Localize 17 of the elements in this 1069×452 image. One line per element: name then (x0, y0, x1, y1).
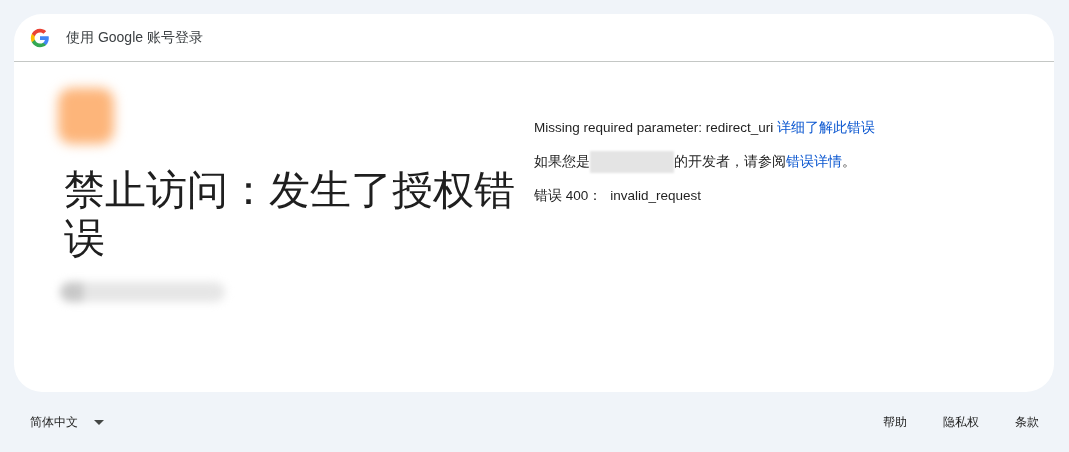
footer-link[interactable]: 隐私权 (943, 413, 979, 431)
language-selector[interactable]: 简体中文 (30, 413, 104, 431)
google-logo-icon (30, 27, 50, 48)
details-link[interactable]: 详细了解此错误 (777, 120, 876, 135)
footer-link[interactable]: 条款 (1015, 413, 1039, 431)
error-heading: 禁止访问：发生了授权错误 (64, 166, 516, 262)
footer-link[interactable]: 帮助 (883, 413, 907, 431)
account-chip[interactable] (60, 282, 225, 302)
message-text: 的开发者，请参阅错误详情。 (674, 153, 856, 171)
error-label: 错误 400： (534, 187, 603, 205)
error-code: invalid_request (610, 187, 702, 205)
message-text: Missing required parameter: redirect_uri 详细了解此错误 (534, 119, 876, 137)
window-title: 使用 Google 账号登录 (66, 28, 203, 47)
details-link[interactable]: 错误详情 (786, 154, 842, 169)
caret-icon (94, 419, 104, 425)
avatar (58, 88, 114, 144)
message-text: 如果您是 (534, 153, 590, 171)
